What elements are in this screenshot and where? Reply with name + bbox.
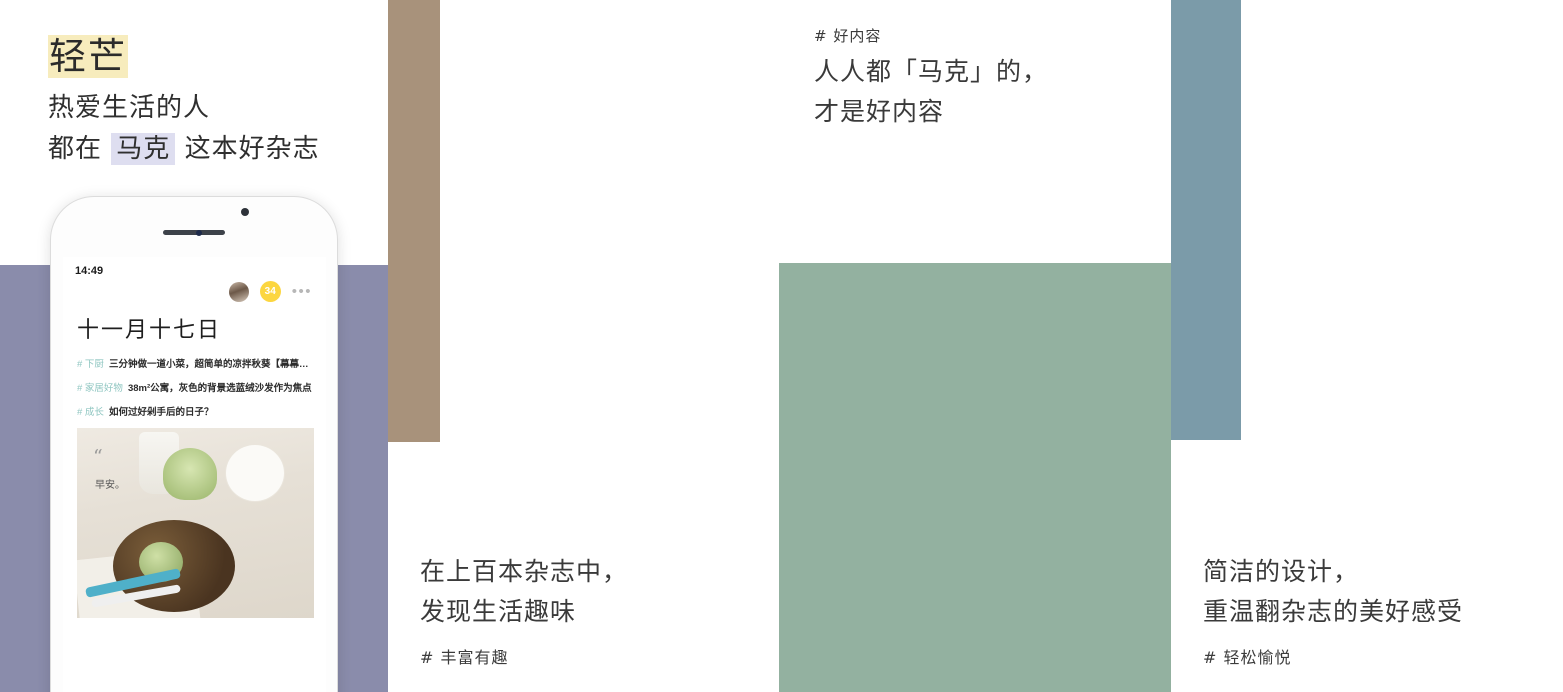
panel-1-tagline: 热爱生活的人 都在 马克 这本好杂志 (48, 88, 320, 170)
panel-4-copy-sub: # 轻松愉悦 (1203, 648, 1292, 667)
list-item-text: 三分钟做一道小菜，超简单的凉拌秋葵【幕幕小... (108, 359, 314, 370)
earpiece-speaker (163, 230, 225, 235)
date-title: 十一月十七日 (77, 318, 222, 343)
panel-3: # 好内容 人人都「马克」的， 才是好内容 20:39 文章 7/9 (779, 0, 1171, 692)
front-camera-icon (241, 208, 249, 216)
sensor-icon (196, 230, 202, 236)
panel-2-copy: 在上百本杂志中， 发现生活趣味 (420, 552, 628, 632)
copy-line-1: 在上百本杂志中， (420, 557, 629, 586)
tagline-mark-highlight: 马克 (111, 133, 176, 165)
copy-line-2: 才是好内容 (814, 97, 945, 126)
copy-line-2: 发现生活趣味 (420, 597, 577, 626)
panel-4-copy: 简洁的设计， 重温翻杂志的美好感受 (1203, 552, 1463, 632)
phone-1-screen: 14:49 34 ••• 十一月十七日 # 下厨 三分钟做一道小菜，超简单的凉拌… (63, 257, 326, 692)
list-item-text: 38m²公寓，灰色的背景选蓝绒沙发作为焦点 (127, 383, 312, 394)
tagline-line-2: 都在 马克 这本好杂志 (48, 129, 320, 170)
copy-line-2: 重温翻杂志的美好感受 (1203, 597, 1464, 626)
copy-line-1: 人人都「马克」的， (814, 57, 1049, 86)
avatar[interactable] (228, 281, 249, 302)
decor-cup-a (225, 444, 285, 502)
brand-logo: 轻芒 (48, 26, 128, 80)
list-item-tag: # 家居好物 (77, 383, 123, 394)
panel-3-eyebrow: # 好内容 (814, 27, 882, 45)
list-item-tag: # 成长 (77, 407, 104, 418)
brand-logo-text: 轻芒 (48, 35, 128, 78)
list-item-text: 如何过好剁手后的日子？ (108, 407, 214, 418)
decor-greens (163, 448, 217, 500)
tagline-line-2-suffix: 这本好杂志 (184, 134, 320, 164)
quote-mark: “ (93, 446, 103, 468)
panel-4: 34 ••• 旅行 # 国内游 手账游记 | 除了西湖，杭州还有这些好去处 # … (1171, 0, 1563, 692)
notification-badge[interactable]: 34 (259, 281, 281, 302)
panel-3-copy: 人人都「马克」的， 才是好内容 (814, 52, 1048, 132)
app-store-screenshot-strip: 轻芒 热爱生活的人 都在 马克 这本好杂志 14:49 34 ••• 十一月十七… (0, 0, 1563, 692)
status-bar-time: 14:49 (75, 265, 104, 277)
feed-list: # 下厨 三分钟做一道小菜，超简单的凉拌秋葵【幕幕小... # 家居好物 38m… (63, 344, 326, 418)
list-item-tag: # 下厨 (77, 359, 104, 370)
copy-line-1: 简洁的设计， (1203, 557, 1360, 586)
list-item[interactable]: # 家居好物 38m²公寓，灰色的背景选蓝绒沙发作为焦点 (77, 380, 314, 394)
panel-2: 输入你感兴趣的关键词或杂志名 家居 科技 吃喝 # 小户型✓ # 家居好物✓ (388, 0, 779, 692)
panel-2-copy-sub: # 丰富有趣 (420, 648, 509, 667)
more-icon[interactable]: ••• (292, 284, 312, 299)
panel-1: 轻芒 热爱生活的人 都在 马克 这本好杂志 14:49 34 ••• 十一月十七… (0, 0, 388, 692)
tagline-line-2-prefix: 都在 (48, 134, 103, 164)
list-item[interactable]: # 成长 如何过好剁手后的日子？ (77, 404, 314, 418)
list-item[interactable]: # 下厨 三分钟做一道小菜，超简单的凉拌秋葵【幕幕小... (77, 356, 314, 370)
tagline-line-1: 热爱生活的人 (48, 93, 211, 123)
phone-1-header-icons: 34 ••• (63, 279, 326, 302)
phone-mockup-1: 14:49 34 ••• 十一月十七日 # 下厨 三分钟做一道小菜，超简单的凉拌… (50, 196, 338, 692)
feed-photo-card[interactable]: “ 早安。 (77, 428, 314, 618)
quote-text: 早安。 (95, 480, 125, 491)
